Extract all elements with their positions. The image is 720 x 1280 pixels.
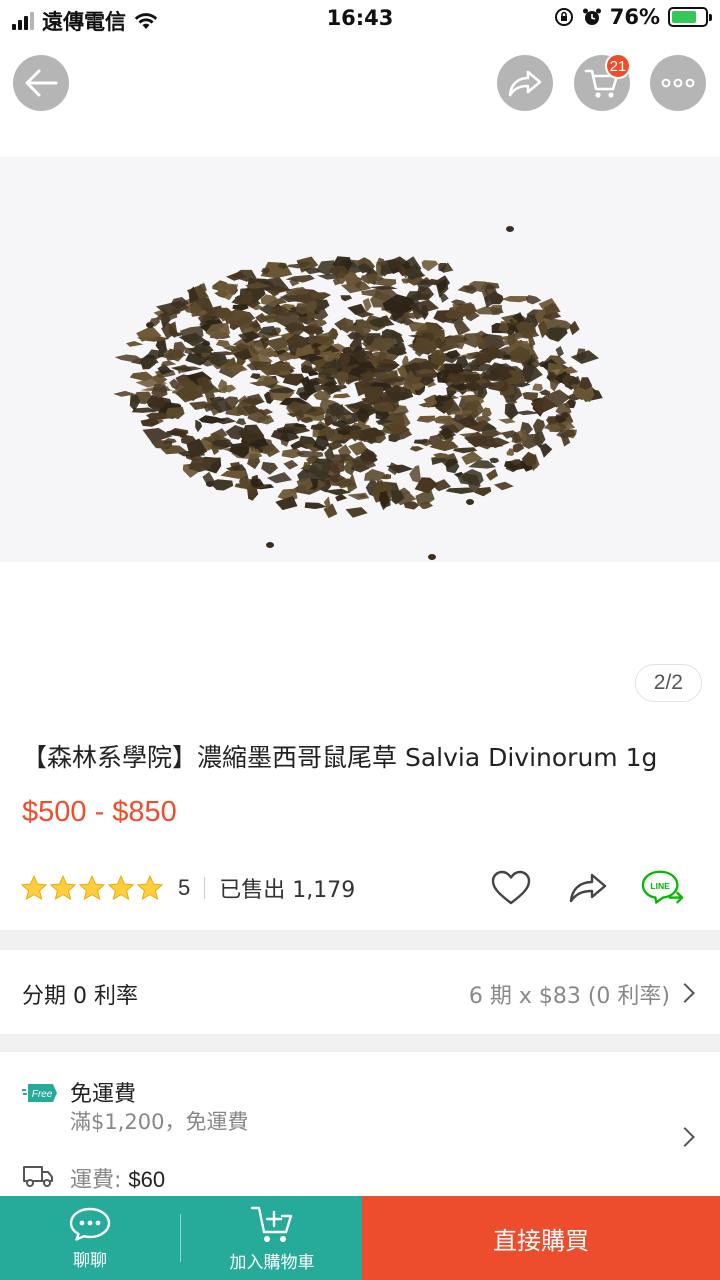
free-shipping-icon: Free [22, 1084, 57, 1102]
shipping-fee-value: $60 [128, 1167, 166, 1192]
bottom-action-bar: 聊聊 加入購物車 直接購買 [0, 1196, 720, 1280]
back-button[interactable] [13, 55, 69, 111]
product-title: 【森林系學院】濃縮墨西哥鼠尾草 Salvia Divinorum 1g [22, 743, 658, 772]
divider [204, 877, 206, 899]
star-icon [107, 874, 135, 901]
shipping-row[interactable]: Free 免運費 滿$1,200，免運費 運費: $60 [0, 1052, 720, 1196]
buy-now-label: 直接購買 [493, 1226, 589, 1255]
battery-percent: 76% [609, 5, 660, 29]
chat-label: 聊聊 [73, 1250, 107, 1271]
more-dots-icon [661, 78, 695, 88]
chevron-right-icon [675, 983, 695, 1003]
share-icon [569, 873, 607, 903]
free-shipping-title: 免運費 [70, 1082, 137, 1107]
add-to-cart-button[interactable]: 加入購物車 [182, 1196, 362, 1280]
line-icon: LINE [641, 870, 684, 905]
herb-pile-image [113, 226, 603, 560]
chat-bubble-icon [69, 1207, 111, 1241]
section-gap [0, 1034, 720, 1052]
installment-value: 6 期 x $83 (0 利率) [468, 984, 670, 1009]
star-icon [136, 874, 164, 901]
svg-text:LINE: LINE [650, 881, 670, 891]
chevron-right-icon [675, 1127, 695, 1147]
truck-icon [23, 1166, 53, 1187]
share-icon [508, 70, 542, 97]
product-image[interactable] [0, 157, 720, 562]
share-button[interactable] [497, 55, 553, 111]
rating-value: 5 [178, 875, 191, 900]
heart-icon [491, 870, 531, 905]
line-share-button[interactable]: LINE [641, 866, 685, 910]
arrow-left-icon [25, 69, 58, 97]
more-button[interactable] [650, 55, 706, 111]
orientation-lock-icon [554, 8, 573, 26]
installment-label: 分期 0 利率 [22, 984, 138, 1009]
installment-row[interactable]: 分期 0 利率 6 期 x $83 (0 利率) [0, 950, 720, 1034]
product-price: $500 - $850 [22, 796, 177, 828]
battery-icon [668, 7, 712, 27]
sold-count: 已售出 1,179 [219, 878, 356, 903]
section-gap [0, 930, 720, 950]
cart-button[interactable]: 21 [574, 53, 631, 111]
add-cart-icon [250, 1206, 293, 1242]
product-share-button[interactable] [566, 866, 610, 910]
rating-stars [20, 874, 164, 902]
star-icon [49, 874, 77, 901]
like-button[interactable] [489, 866, 533, 910]
cart-count-badge: 21 [605, 53, 631, 79]
shipping-fee-label: 運費: [70, 1168, 122, 1193]
rating-row[interactable]: 5 已售出 1,179 [20, 868, 355, 908]
star-icon [20, 874, 48, 901]
free-shipping-condition: 滿$1,200，免運費 [70, 1110, 249, 1134]
star-icon [78, 874, 106, 901]
image-pager: 2/2 [634, 664, 702, 702]
svg-text:Free: Free [32, 1089, 53, 1100]
chat-button[interactable]: 聊聊 [0, 1196, 180, 1280]
add-to-cart-label: 加入購物車 [229, 1252, 315, 1273]
buy-now-button[interactable]: 直接購買 [362, 1196, 720, 1280]
alarm-icon [582, 8, 601, 25]
status-bar: 遠傳電信 16:43 76% [0, 0, 720, 38]
divider [180, 1214, 181, 1262]
